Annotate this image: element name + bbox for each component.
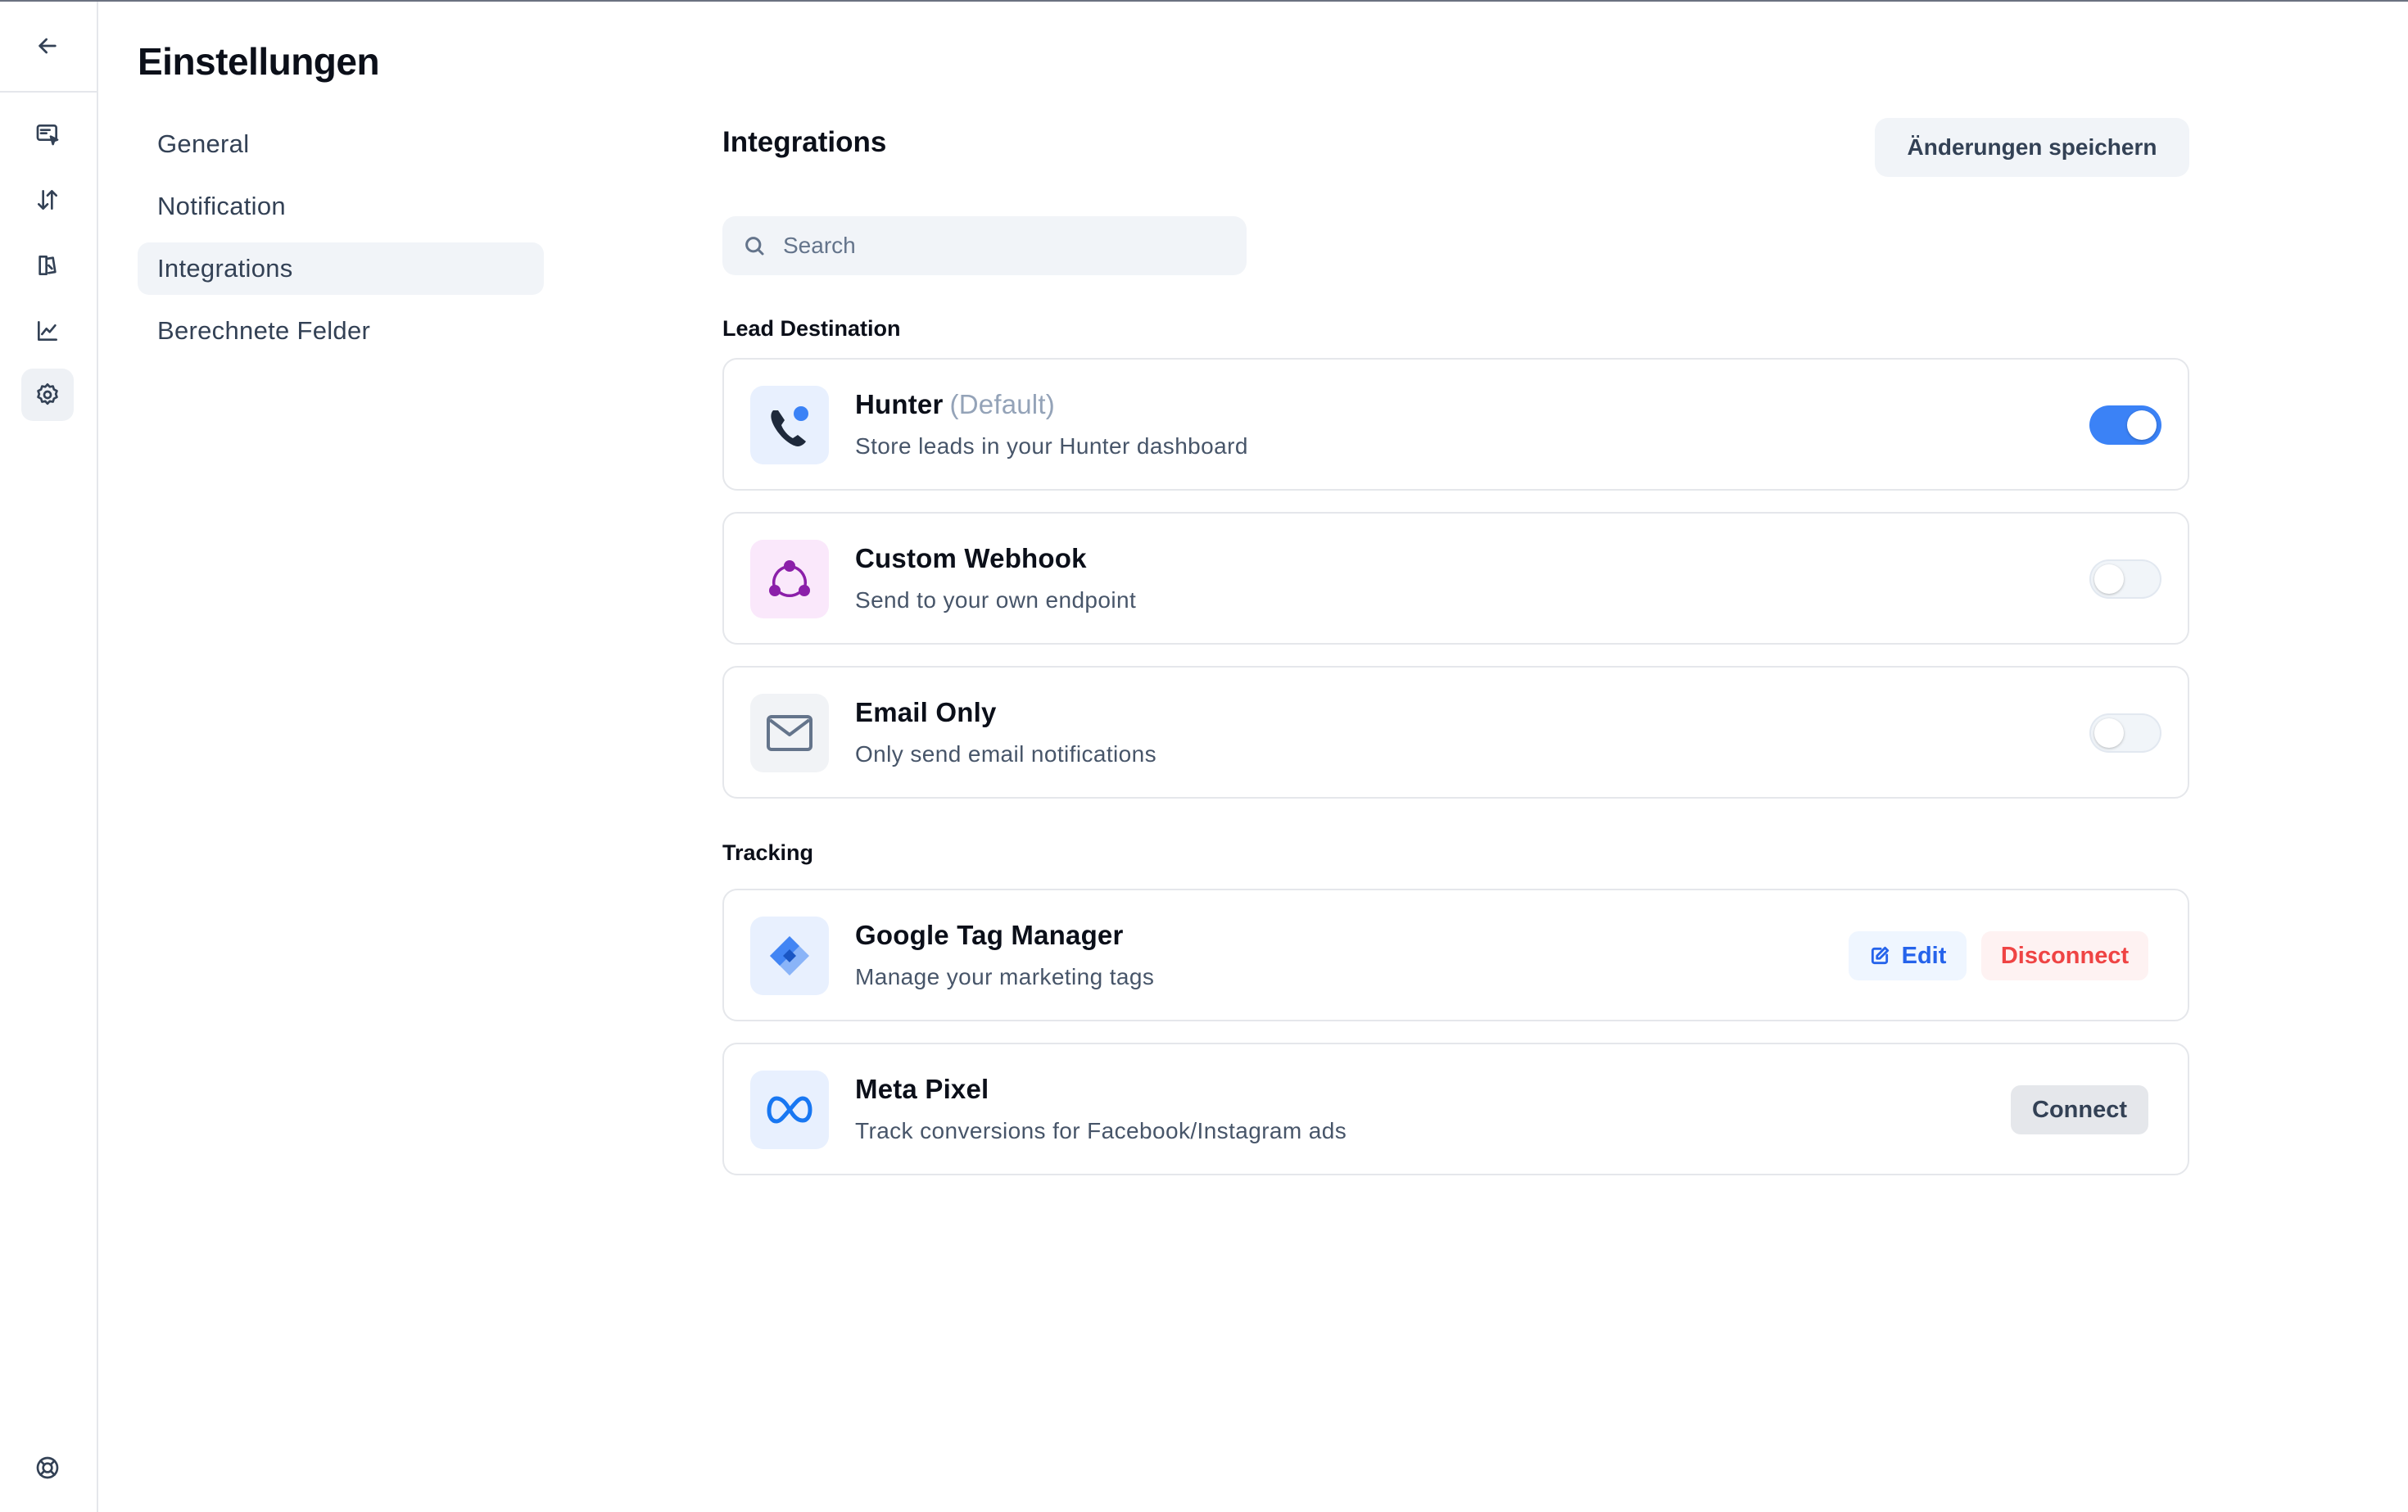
save-changes-button[interactable]: Änderungen speichern (1875, 118, 2189, 177)
hunter-toggle[interactable] (2089, 405, 2161, 445)
nav-item-notification[interactable]: Notification (138, 180, 544, 233)
integration-card-meta-pixel: Meta Pixel Track conversions for Faceboo… (722, 1043, 2189, 1175)
webhook-icon (769, 560, 810, 597)
integration-name: Hunter (855, 389, 944, 419)
google-tag-manager-icon (770, 936, 809, 976)
edit-label: Edit (1901, 942, 1947, 969)
nav-item-general[interactable]: General (138, 118, 544, 170)
sort-arrows-icon (38, 190, 57, 210)
group-label-lead-destination: Lead Destination (722, 316, 901, 341)
email-only-toggle[interactable] (2089, 713, 2161, 753)
search-icon (745, 237, 764, 256)
integration-card-google-tag-manager: Google Tag Manager Manage your marketing… (722, 889, 2189, 1021)
chat-pointer-icon (36, 124, 59, 146)
edit-button[interactable]: Edit (1849, 931, 1967, 980)
integration-title: Hunter (Default) (855, 389, 1055, 420)
rail-sort-button[interactable] (21, 174, 74, 226)
integration-description: Store leads in your Hunter dashboard (855, 433, 1248, 459)
gtm-logo (750, 917, 829, 995)
rail-conversations-button[interactable] (21, 108, 74, 161)
email-logo (750, 694, 829, 772)
integration-description: Track conversions for Facebook/Instagram… (855, 1118, 1347, 1143)
edit-icon (1871, 946, 1889, 965)
lifebuoy-icon (36, 1456, 59, 1479)
arrow-left-icon (38, 38, 57, 54)
toggle-knob (2094, 564, 2124, 594)
search-input[interactable] (781, 232, 1211, 260)
nav-item-berechnete-felder[interactable]: Berechnete Felder (138, 305, 544, 357)
integration-description: Only send email notifications (855, 741, 1156, 767)
nav-item-integrations[interactable]: Integrations (138, 242, 544, 295)
rail-analytics-button[interactable] (21, 305, 74, 357)
integration-name: Custom Webhook (855, 543, 1087, 573)
book-icon (38, 256, 57, 275)
phone-icon (771, 406, 808, 446)
back-button[interactable] (21, 20, 74, 72)
toggle-knob (2127, 410, 2157, 440)
integration-card-hunter: Hunter (Default) Store leads in your Hunt… (722, 358, 2189, 491)
integration-card-custom-webhook: Custom Webhook Send to your own endpoint (722, 512, 2189, 645)
meta-logo (750, 1071, 829, 1149)
webhook-logo (750, 540, 829, 618)
window-top-border (0, 0, 2408, 2)
chart-icon (38, 321, 57, 341)
section-title: Integrations (722, 126, 887, 158)
integration-name: Meta Pixel (855, 1074, 989, 1104)
connect-button[interactable]: Connect (2011, 1085, 2148, 1134)
integration-card-email-only: Email Only Only send email notifications (722, 666, 2189, 799)
icon-rail (0, 2, 98, 1512)
page-title: Einstellungen (138, 40, 380, 83)
disconnect-button[interactable]: Disconnect (1981, 931, 2148, 980)
rail-settings-button[interactable] (21, 369, 74, 421)
hunter-logo (750, 386, 829, 464)
meta-icon (767, 1096, 812, 1124)
default-tag: (Default) (949, 389, 1055, 419)
integration-description: Manage your marketing tags (855, 964, 1155, 989)
envelope-icon (767, 715, 812, 751)
integration-name: Google Tag Manager (855, 920, 1124, 950)
toggle-knob (2094, 718, 2124, 748)
integration-description: Send to your own endpoint (855, 587, 1137, 613)
gear-icon (37, 383, 58, 405)
rail-help-button[interactable] (21, 1442, 74, 1494)
integration-name: Email Only (855, 697, 997, 727)
group-label-tracking: Tracking (722, 840, 814, 865)
rail-library-button[interactable] (21, 239, 74, 292)
search-box[interactable] (722, 216, 1247, 275)
rail-divider (0, 91, 97, 93)
custom-webhook-toggle[interactable] (2089, 559, 2161, 599)
